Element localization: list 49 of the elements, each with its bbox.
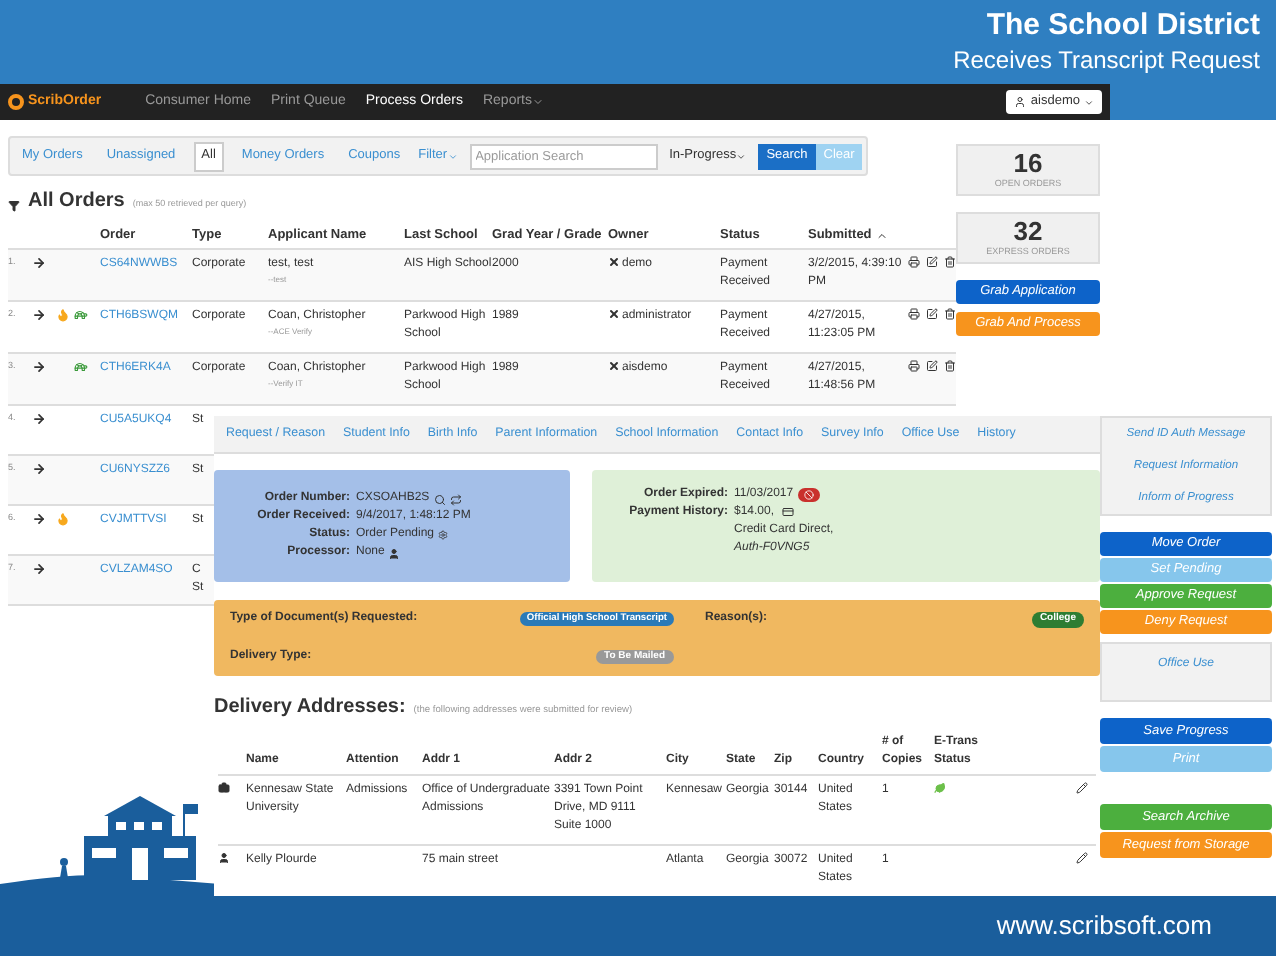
arrow-icon[interactable] <box>32 308 46 322</box>
turtle-icon <box>72 308 90 322</box>
logo-icon <box>8 94 24 110</box>
printer-icon[interactable] <box>908 360 920 372</box>
flame-icon <box>56 308 70 322</box>
arrow-icon[interactable] <box>32 512 46 526</box>
section-title: Delivery Addresses: <box>214 693 406 722</box>
edit-icon[interactable] <box>1076 851 1088 864</box>
caret-icon <box>736 151 747 161</box>
caret-icon <box>447 151 458 161</box>
leaf-icon <box>934 781 946 794</box>
delete-icon[interactable] <box>944 360 956 372</box>
repeat-icon[interactable] <box>449 493 462 506</box>
search-icon[interactable] <box>433 493 446 506</box>
filter-icon <box>8 200 20 212</box>
delete-icon[interactable] <box>944 308 956 320</box>
slide-title: The School District <box>986 8 1260 44</box>
briefcase-icon <box>218 781 230 794</box>
x-icon <box>608 256 620 268</box>
slide-subtitle: Receives Transcript Request <box>953 44 1260 76</box>
counter-value: 32 <box>1013 217 1043 246</box>
printer-icon[interactable] <box>908 308 920 320</box>
edit-icon[interactable] <box>926 360 938 372</box>
arrow-icon[interactable] <box>32 412 46 426</box>
user-icon[interactable] <box>388 547 401 560</box>
x-icon <box>608 308 620 320</box>
turtle-icon <box>72 360 90 374</box>
x-icon <box>608 360 620 372</box>
website: www.scribsoft.com <box>996 908 1212 945</box>
arrow-icon[interactable] <box>32 562 46 576</box>
printer-icon[interactable] <box>908 256 920 268</box>
flame-icon <box>56 512 70 526</box>
user-icon <box>1014 96 1027 108</box>
delete-icon[interactable] <box>944 256 956 268</box>
card-icon <box>782 506 795 519</box>
sort-icon <box>875 229 888 241</box>
person-icon <box>218 851 230 864</box>
arrow-icon[interactable] <box>32 256 46 270</box>
gear-icon[interactable] <box>438 530 449 541</box>
edit-icon[interactable] <box>926 256 938 268</box>
section-title: All Orders <box>28 188 125 216</box>
edit-icon[interactable] <box>926 308 938 320</box>
arrow-icon[interactable] <box>32 360 46 374</box>
arrow-icon[interactable] <box>32 462 46 476</box>
ban-icon <box>803 489 814 500</box>
edit-icon[interactable] <box>1076 781 1088 794</box>
counter-value: 16 <box>1013 149 1043 178</box>
caret-icon <box>1084 97 1094 107</box>
caret-icon <box>532 96 544 108</box>
